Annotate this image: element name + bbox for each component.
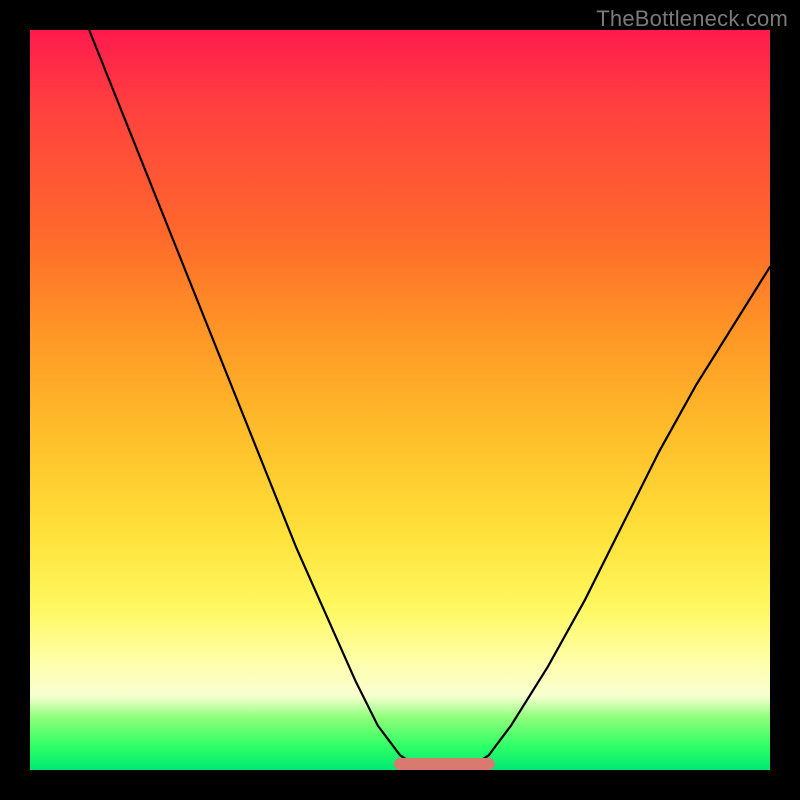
chart-plot-area	[30, 30, 770, 770]
watermark-label: TheBottleneck.com	[596, 6, 788, 32]
outer-frame: TheBottleneck.com	[0, 0, 800, 800]
bottleneck-curve-path	[89, 30, 770, 770]
curve-svg	[30, 30, 770, 770]
